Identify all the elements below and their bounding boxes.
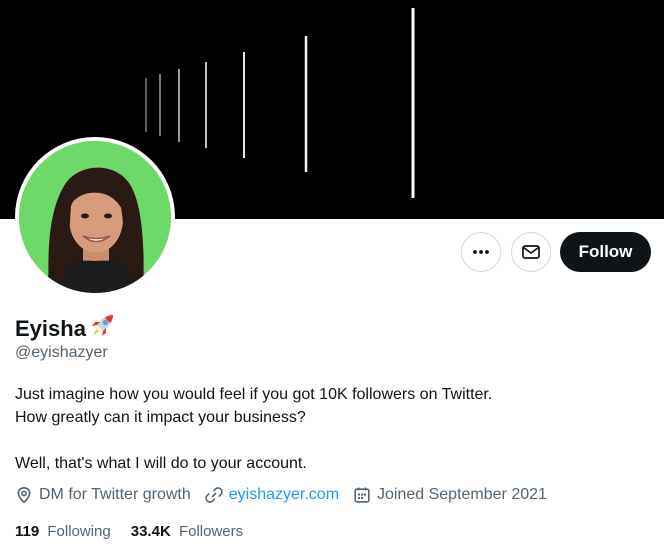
rocket-icon — [89, 313, 115, 344]
avatar[interactable] — [19, 141, 171, 293]
calendar-icon — [354, 487, 370, 503]
website-item[interactable]: eyishazyer.com — [205, 486, 339, 504]
following-count: 119 — [15, 523, 40, 540]
followers-count: 33.4K — [130, 523, 171, 540]
follow-stats: 119 Following 33.4K Followers — [15, 523, 263, 540]
display-name-row: Eyisha — [15, 313, 115, 344]
following-link[interactable]: 119 Following — [15, 523, 111, 540]
bio-line: How greatly can it impact your business? — [15, 409, 306, 426]
joined-item: Joined September 2021 — [353, 486, 547, 504]
profile-meta: DM for Twitter growth eyishazyer.com Joi… — [15, 486, 561, 504]
location-text: DM for Twitter growth — [39, 486, 191, 503]
follow-button[interactable]: Follow — [560, 232, 651, 272]
avatar-portrait — [19, 141, 171, 293]
location-item: DM for Twitter growth — [15, 486, 191, 504]
profile-bio: Just imagine how you would feel if you g… — [15, 383, 635, 475]
message-button[interactable] — [511, 232, 551, 272]
username-handle: @eyishazyer — [15, 344, 108, 361]
followers-link[interactable]: 33.4K Followers — [131, 523, 243, 540]
display-name: Eyisha — [15, 315, 86, 341]
bio-line — [15, 429, 635, 452]
following-label: Following — [47, 523, 111, 540]
bio-line: Well, that's what I will do to your acco… — [15, 455, 307, 472]
followers-label: Followers — [178, 523, 244, 540]
link-icon — [205, 487, 223, 503]
avatar-frame[interactable] — [15, 137, 175, 297]
envelope-icon — [522, 245, 540, 259]
location-pin-icon — [17, 486, 31, 504]
website-link[interactable]: eyishazyer.com — [229, 486, 339, 504]
joined-text: Joined September 2021 — [377, 486, 547, 503]
more-options-button[interactable] — [461, 232, 501, 272]
more-horizontal-icon — [473, 250, 489, 254]
bio-line: Just imagine how you would feel if you g… — [15, 386, 493, 403]
